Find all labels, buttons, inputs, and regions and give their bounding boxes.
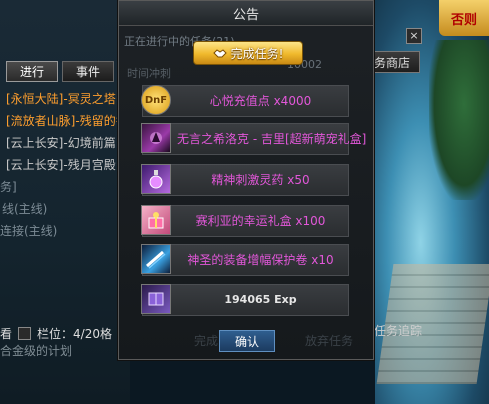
quest-list: [永恒大陆]-冥灵之塔 [流放者山脉]-残留的香气 [云上长安]-幻境前篇 [云…: [0, 88, 130, 242]
reward-label: 赛利亚的幸运礼盒 x100: [195, 214, 326, 228]
quest-complete-banner: 完成任务!: [193, 41, 303, 65]
scene-tree: [429, 40, 489, 200]
close-icon[interactable]: ×: [406, 28, 422, 44]
potion-icon: [141, 164, 171, 194]
reward-label: 心悦充值点 x4000: [209, 94, 312, 108]
tab-in-progress[interactable]: 进行: [6, 61, 58, 82]
slot-count: 栏位：4/20格: [37, 326, 112, 341]
confirm-button[interactable]: 确认: [219, 330, 275, 352]
tab-events[interactable]: 事件: [62, 61, 114, 82]
quest-sub-item[interactable]: 务]: [0, 176, 130, 198]
corner-badge: 否则: [439, 0, 489, 36]
quest-hint-text: 合金级的计划: [0, 344, 73, 358]
quest-sub-item[interactable]: 线(主线): [0, 198, 130, 220]
quest-item[interactable]: [云上长安]-幻境前篇: [0, 132, 130, 154]
quest-track-button[interactable]: 任务追踪: [366, 320, 430, 340]
reward-label: 194065 Exp: [224, 293, 297, 306]
reward-row: 无言之希洛克 - 吉里[超新萌宠礼盒]: [141, 123, 367, 155]
dnf-coin-icon: DnF: [141, 85, 171, 115]
reward-label: 无言之希洛克 - 吉里[超新萌宠礼盒]: [177, 132, 367, 146]
view-label: 看: [0, 326, 13, 341]
dialog-faded-text-right: 放弃任务: [305, 334, 354, 348]
reward-row: 赛利亚的幸运礼盒 x100: [141, 205, 349, 237]
reward-row: 精神刺激灵药 x50: [141, 164, 349, 196]
announcement-dialog: 公告 正在进行中的任务(21) 时间冲刺 10002 完成任务! DnF 心悦充…: [118, 0, 374, 360]
reward-label: 神圣的装备增幅保护卷 x10: [187, 253, 334, 267]
reward-row: 194065 Exp: [141, 284, 349, 316]
view-checkbox[interactable]: [18, 326, 32, 340]
book-icon: [141, 284, 171, 314]
dialog-title: 公告: [119, 1, 373, 26]
quest-sub-item[interactable]: 连接(主线): [0, 220, 130, 242]
dialog-subtitle-2: 时间冲刺: [127, 67, 171, 80]
reward-row: 神圣的装备增幅保护卷 x10: [141, 244, 349, 276]
scroll-icon: [141, 244, 171, 274]
banner-text: 完成任务!: [230, 46, 284, 61]
quest-bottom-bar: 看 栏位：4/20格: [0, 324, 130, 342]
dialog-faded-text-left: 完成: [194, 334, 219, 348]
quest-item[interactable]: [云上长安]-残月宫殿: [0, 154, 130, 176]
quest-item[interactable]: [流放者山脉]-残留的香气: [0, 110, 130, 132]
pet-box-icon: [141, 123, 171, 153]
gift-box-icon: [141, 205, 171, 235]
reward-row: DnF 心悦充值点 x4000: [141, 85, 349, 117]
quest-panel: 进行 事件 [永恒大陆]-冥灵之塔 [流放者山脉]-残留的香气 [云上长安]-幻…: [0, 0, 130, 404]
quest-item[interactable]: [永恒大陆]-冥灵之塔: [0, 88, 130, 110]
reward-label: 精神刺激灵药 x50: [211, 173, 310, 187]
handshake-icon: [212, 49, 227, 58]
